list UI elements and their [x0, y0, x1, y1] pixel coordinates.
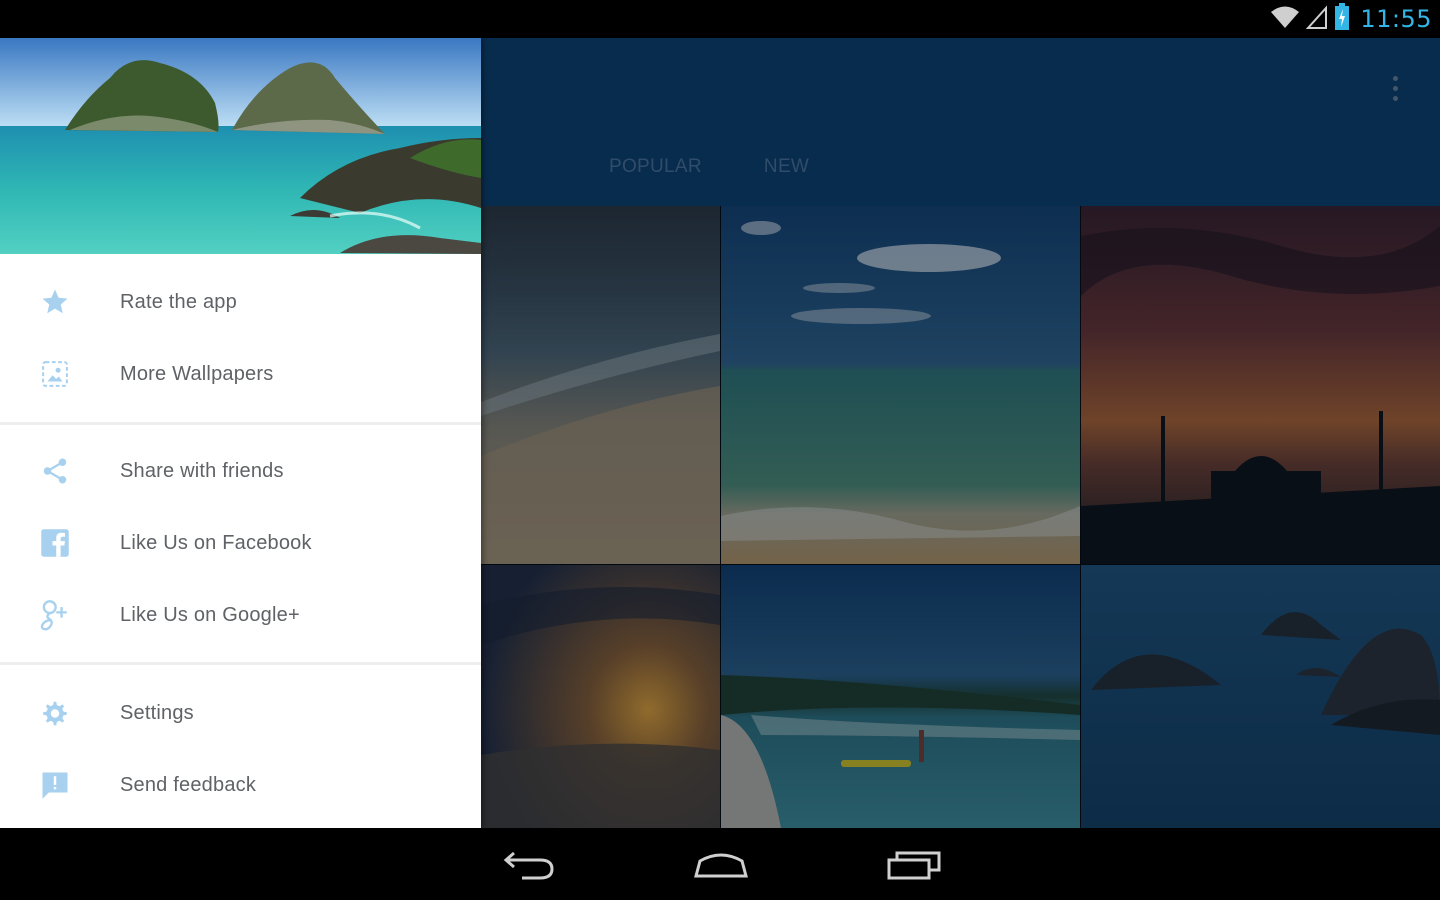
- back-icon[interactable]: [494, 844, 564, 884]
- menu-item-send-feedback[interactable]: Send feedback: [0, 753, 481, 817]
- divider: [0, 422, 481, 425]
- wallpaper-tropical-beach-kayak[interactable]: [721, 565, 1080, 828]
- google-plus-icon: [38, 598, 72, 632]
- signal-icon: [1306, 4, 1328, 35]
- wallpaper-rocky-coast[interactable]: [1081, 565, 1440, 828]
- menu-item-settings[interactable]: Settings: [0, 681, 481, 745]
- menu-item-label: Send feedback: [120, 773, 257, 796]
- image-icon: [38, 357, 72, 391]
- status-time: 11:55: [1360, 5, 1432, 33]
- wifi-icon: [1270, 4, 1300, 35]
- star-icon: [38, 285, 72, 319]
- toolbar: POPULAR NEW: [481, 38, 1440, 206]
- menu-item-google-plus[interactable]: Like Us on Google+: [0, 583, 481, 647]
- home-icon[interactable]: [686, 844, 756, 884]
- menu-item-share[interactable]: Share with friends: [0, 439, 481, 503]
- wallpaper-pier-sunset[interactable]: [1081, 206, 1440, 564]
- tab-popular[interactable]: POPULAR: [609, 156, 702, 178]
- feedback-icon: [38, 768, 72, 802]
- wallpaper-sea-sunset[interactable]: [481, 565, 720, 828]
- menu-item-label: Rate the app: [120, 290, 237, 313]
- status-icons: 11:55: [1270, 2, 1432, 36]
- recent-apps-icon[interactable]: [880, 844, 950, 884]
- status-bar: 11:55: [0, 0, 1440, 38]
- tab-bar: POPULAR NEW: [609, 156, 809, 178]
- menu-item-label: Like Us on Google+: [120, 603, 300, 626]
- divider: [0, 662, 481, 665]
- battery-charging-icon: [1334, 2, 1350, 36]
- wallpaper-ocean-clouds[interactable]: [721, 206, 1080, 564]
- app-content: POPULAR NEW Rate the app More Wallpapers…: [0, 38, 1440, 828]
- menu-item-label: Share with friends: [120, 459, 284, 482]
- menu-item-facebook[interactable]: Like Us on Facebook: [0, 511, 481, 575]
- wallpaper-grid: [481, 206, 1440, 828]
- tab-new[interactable]: NEW: [764, 156, 809, 178]
- more-vertical-icon[interactable]: [1380, 68, 1410, 108]
- drawer-header-image: [0, 38, 481, 254]
- menu-item-label: More Wallpapers: [120, 362, 274, 385]
- menu-item-label: Like Us on Facebook: [120, 531, 312, 554]
- navigation-drawer: Rate the app More Wallpapers Share with …: [0, 38, 481, 828]
- wallpaper-beach-shore[interactable]: [481, 206, 720, 564]
- system-nav-bar: [0, 828, 1440, 900]
- share-icon: [38, 454, 72, 488]
- menu-item-more-wallpapers[interactable]: More Wallpapers: [0, 342, 481, 406]
- facebook-icon: [38, 526, 72, 560]
- menu-item-rate-app[interactable]: Rate the app: [0, 270, 481, 334]
- menu-item-label: Settings: [120, 701, 194, 724]
- gear-icon: [38, 696, 72, 730]
